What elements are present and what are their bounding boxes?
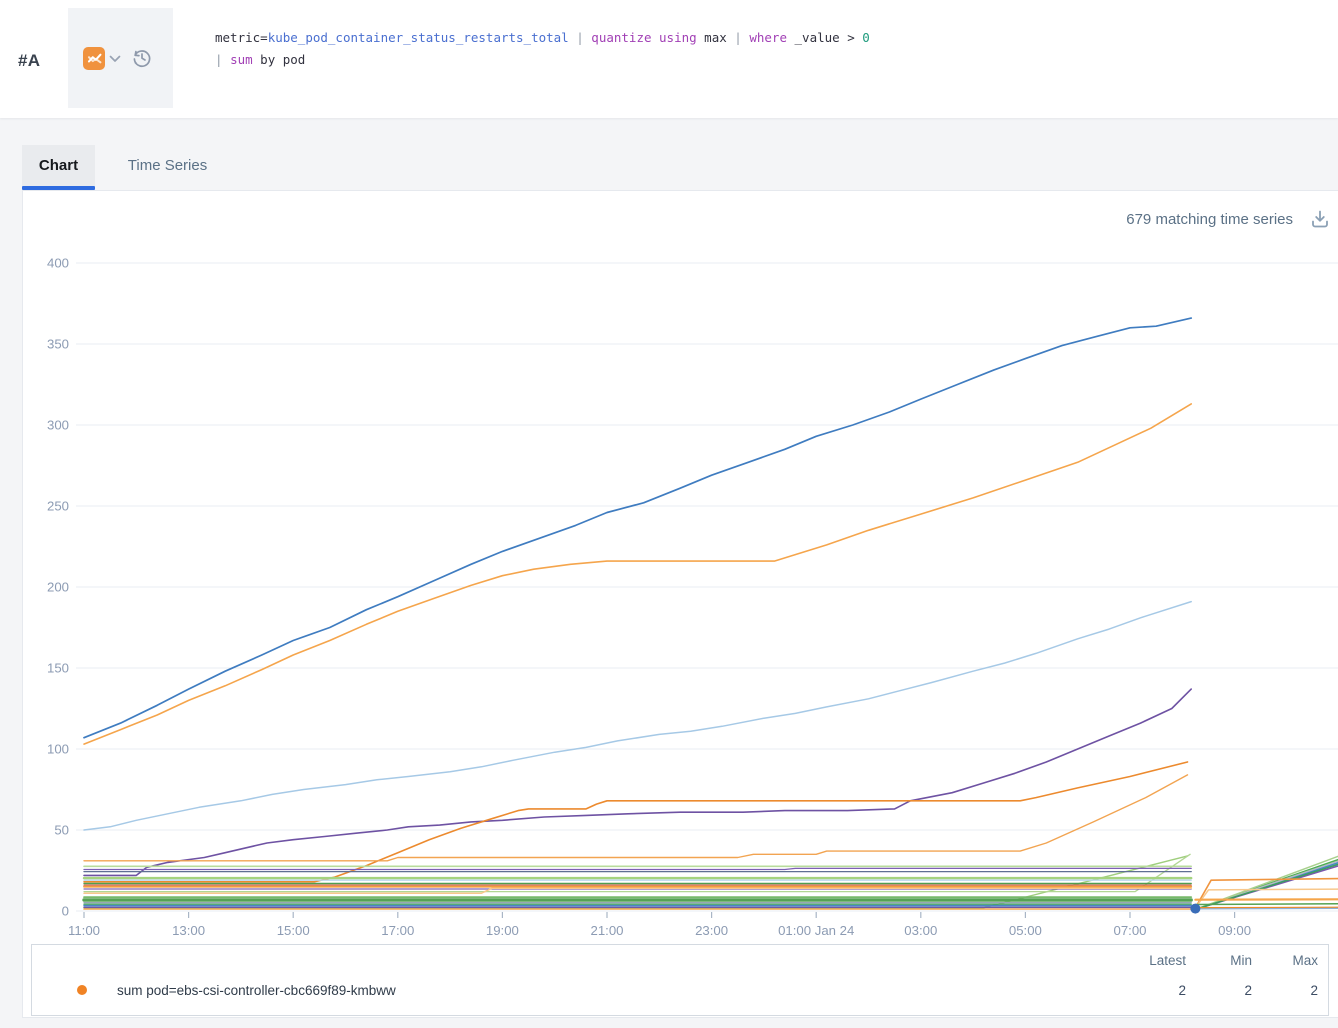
svg-text:50: 50 (54, 823, 69, 838)
series-max-value: 2 (1252, 983, 1318, 998)
query-token: sum (230, 52, 253, 67)
query-token: quantize using (591, 30, 696, 45)
svg-text:100: 100 (47, 742, 69, 757)
svg-text:400: 400 (47, 256, 69, 271)
legend-row[interactable]: sum pod=ebs-csi-controller-cbc669f89-kmb… (32, 971, 1328, 1009)
legend-table: Latest Min Max sum pod=ebs-csi-controlle… (31, 944, 1329, 1016)
matching-series-count: 679 matching time series (1126, 211, 1293, 228)
query-row-label: #A (18, 51, 40, 71)
svg-text:0: 0 (62, 904, 69, 919)
query-token: kube_pod_container_status_restarts_total (268, 30, 569, 45)
chart-toolbar: 679 matching time series (1126, 208, 1331, 230)
result-tabs: Chart Time Series (0, 145, 1338, 190)
query-token: _value > (787, 30, 862, 45)
tab-chart[interactable]: Chart (22, 145, 95, 186)
svg-text:01:00 Jan 24: 01:00 Jan 24 (778, 923, 854, 938)
query-bar: #A metric=kube_pod_container_status_rest… (0, 0, 1338, 118)
query-token: max (697, 30, 735, 45)
svg-text:17:00: 17:00 (381, 923, 414, 938)
query-input[interactable]: metric=kube_pod_container_status_restart… (215, 27, 870, 71)
chart-type-dropdown-button[interactable] (83, 46, 121, 70)
tab-time-series[interactable]: Time Series (105, 145, 230, 186)
chart-plot[interactable]: 0 50 100 150 200 250 300 350 400 11:00 13:00 15:00 1… (23, 241, 1338, 941)
svg-text:350: 350 (47, 337, 69, 352)
svg-text:150: 150 (47, 661, 69, 676)
legend-col-min: Min (1186, 953, 1252, 968)
legend-header-row: Latest Min Max (32, 945, 1328, 971)
download-icon[interactable] (1309, 208, 1331, 230)
svg-text:23:00: 23:00 (695, 923, 728, 938)
svg-text:21:00: 21:00 (590, 923, 623, 938)
quantize-clock-icon[interactable] (130, 46, 154, 70)
series-color-dot (77, 985, 87, 995)
legend-col-max: Max (1252, 953, 1318, 968)
query-token: | (734, 30, 749, 45)
series-label: sum pod=ebs-csi-controller-cbc669f89-kmb… (117, 983, 396, 998)
svg-text:05:00: 05:00 (1009, 923, 1042, 938)
svg-text:300: 300 (47, 418, 69, 433)
svg-text:250: 250 (47, 499, 69, 514)
series-min-value: 2 (1186, 983, 1252, 998)
query-row-controls (68, 8, 173, 108)
svg-text:19:00: 19:00 (486, 923, 519, 938)
svg-text:03:00: 03:00 (904, 923, 937, 938)
query-token: 0 (862, 30, 870, 45)
svg-text:09:00: 09:00 (1218, 923, 1251, 938)
query-token: | (569, 30, 592, 45)
query-token: by pod (253, 52, 306, 67)
query-token: where (749, 30, 787, 45)
svg-text:11:00: 11:00 (68, 923, 100, 938)
chart-panel: 679 matching time series 0 50 100 150 200 250… (22, 190, 1338, 1018)
svg-text:15:00: 15:00 (277, 923, 310, 938)
svg-text:13:00: 13:00 (172, 923, 205, 938)
chevron-down-icon (109, 51, 121, 66)
line-chart-icon (83, 47, 105, 70)
svg-text:07:00: 07:00 (1113, 923, 1146, 938)
query-token: | (215, 52, 230, 67)
svg-text:200: 200 (47, 580, 69, 595)
query-token: metric= (215, 30, 268, 45)
series-latest-value: 2 (1106, 983, 1186, 998)
legend-col-latest: Latest (1106, 953, 1186, 968)
